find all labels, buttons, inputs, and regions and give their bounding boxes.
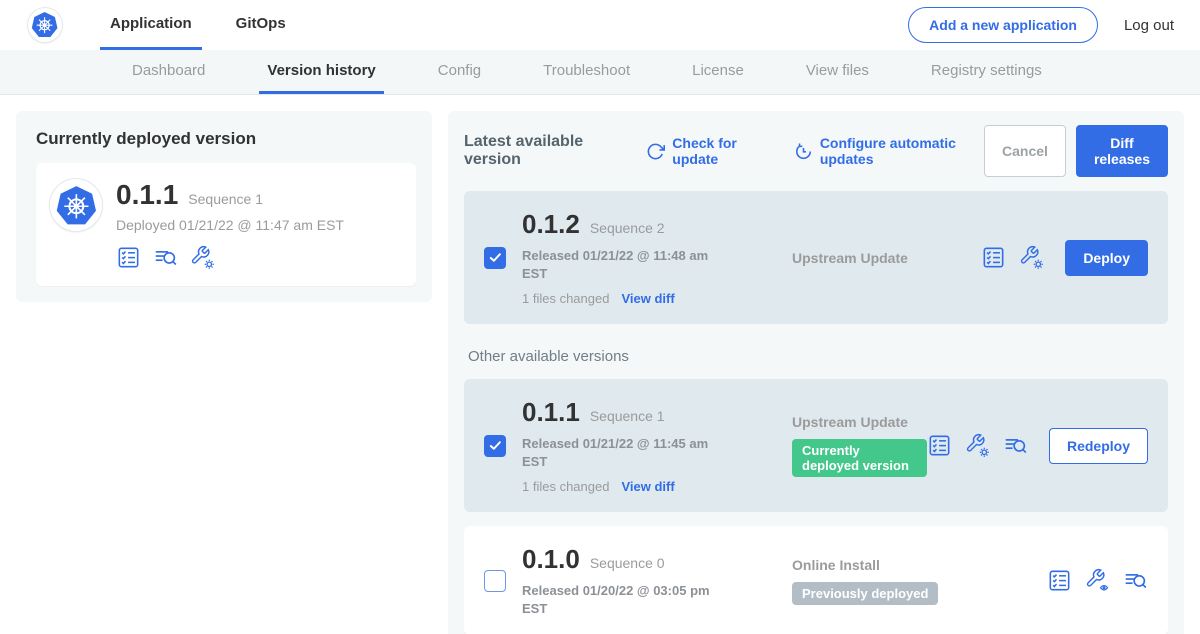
subnav-license[interactable]: License — [684, 50, 752, 94]
kubernetes-logo-icon — [28, 8, 62, 42]
header-actions: Cancel Diff releases — [984, 125, 1168, 177]
released-timestamp: Released 01/20/22 @ 03:05 pm EST — [522, 582, 712, 617]
released-timestamp: Released 01/21/22 @ 11:48 am EST — [522, 247, 712, 282]
version-source: Upstream Update — [740, 250, 981, 266]
check-for-update-label: Check for update — [672, 135, 768, 167]
deployed-sequence-label: Sequence 1 — [188, 191, 263, 207]
sequence-label: Sequence 1 — [590, 408, 665, 424]
release-notes-search-icon[interactable] — [1123, 568, 1148, 593]
check-for-update-link[interactable]: Check for update — [646, 135, 768, 167]
version-info: 0.1.0 Sequence 0 Released 01/20/22 @ 03:… — [522, 544, 740, 617]
deployed-timestamp: Deployed 01/21/22 @ 11:47 am EST — [116, 217, 344, 233]
configure-automatic-updates-link[interactable]: Configure automatic updates — [794, 135, 984, 167]
edit-config-wrench-gear-icon[interactable] — [190, 245, 215, 270]
kubernetes-logo-icon — [50, 179, 102, 231]
refresh-icon — [646, 142, 665, 161]
main-content: Currently deployed version 0.1.1 Sequenc… — [0, 95, 1200, 634]
diff-releases-button[interactable]: Diff releases — [1076, 125, 1168, 177]
version-actions: Deploy — [981, 240, 1148, 276]
sequence-label: Sequence 0 — [590, 555, 665, 571]
version-checkbox[interactable] — [484, 570, 506, 592]
preflight-checklist-icon[interactable] — [927, 433, 952, 458]
currently-deployed-panel: Currently deployed version 0.1.1 Sequenc… — [16, 111, 432, 302]
configure-automatic-updates-label: Configure automatic updates — [820, 135, 984, 167]
previously-deployed-badge: Previously deployed — [792, 582, 938, 605]
tab-application-label: Application — [110, 15, 192, 32]
version-number: 0.1.2 — [522, 209, 580, 240]
version-checkbox[interactable] — [484, 435, 506, 457]
version-row-0-1-1: 0.1.1 Sequence 1 Released 01/21/22 @ 11:… — [464, 379, 1168, 512]
source-label: Upstream Update — [792, 250, 981, 266]
preflight-checklist-icon[interactable] — [1047, 568, 1072, 593]
edit-config-wrench-gear-icon[interactable] — [1019, 245, 1044, 270]
latest-version-header: Latest available version Check for updat… — [464, 125, 1168, 177]
source-label: Online Install — [792, 557, 1047, 573]
preflight-checklist-icon[interactable] — [116, 245, 141, 270]
latest-version-title: Latest available version — [464, 133, 620, 169]
version-source: Upstream Update Currently deployed versi… — [740, 414, 927, 477]
subnav-dashboard[interactable]: Dashboard — [124, 50, 213, 94]
clock-refresh-icon — [794, 142, 813, 161]
sequence-label: Sequence 2 — [590, 220, 665, 236]
release-notes-search-icon[interactable] — [153, 245, 178, 270]
deploy-button[interactable]: Deploy — [1065, 240, 1148, 276]
subnav-version-history[interactable]: Version history — [259, 50, 383, 94]
release-notes-search-icon[interactable] — [1003, 433, 1028, 458]
tab-application[interactable]: Application — [100, 0, 202, 50]
top-header: Application GitOps Add a new application… — [0, 0, 1200, 50]
subnav-config[interactable]: Config — [430, 50, 489, 94]
version-row-0-1-2: 0.1.2 Sequence 2 Released 01/21/22 @ 11:… — [464, 191, 1168, 324]
version-info: 0.1.1 Sequence 1 Released 01/21/22 @ 11:… — [522, 397, 740, 494]
subnav-view-files[interactable]: View files — [798, 50, 877, 94]
other-versions-heading: Other available versions — [468, 348, 1164, 365]
version-number: 0.1.1 — [522, 397, 580, 428]
logout-button[interactable]: Log out — [1124, 17, 1174, 34]
version-info: 0.1.2 Sequence 2 Released 01/21/22 @ 11:… — [522, 209, 740, 306]
currently-deployed-badge: Currently deployed version — [792, 439, 927, 477]
subnav-registry-settings[interactable]: Registry settings — [923, 50, 1050, 94]
preflight-checklist-icon[interactable] — [981, 245, 1006, 270]
deployed-version-info: 0.1.1 Sequence 1 Deployed 01/21/22 @ 11:… — [116, 179, 344, 270]
files-changed-label: 1 files changed — [522, 291, 609, 306]
header-right: Add a new application Log out — [908, 0, 1174, 50]
app-subnav: Dashboard Version history Config Trouble… — [0, 50, 1200, 95]
redeploy-button[interactable]: Redeploy — [1049, 428, 1148, 464]
released-timestamp: Released 01/21/22 @ 11:45 am EST — [522, 435, 712, 470]
cancel-button[interactable]: Cancel — [984, 125, 1066, 177]
files-changed-label: 1 files changed — [522, 479, 609, 494]
version-actions: Redeploy — [927, 428, 1148, 464]
version-row-0-1-0: 0.1.0 Sequence 0 Released 01/20/22 @ 03:… — [464, 526, 1168, 634]
tab-gitops[interactable]: GitOps — [226, 0, 296, 50]
version-source: Online Install Previously deployed — [740, 557, 1047, 605]
add-new-application-button[interactable]: Add a new application — [908, 7, 1098, 43]
version-history-panel: Latest available version Check for updat… — [448, 111, 1184, 634]
currently-deployed-title: Currently deployed version — [36, 129, 416, 149]
version-checkbox[interactable] — [484, 247, 506, 269]
view-config-wrench-eye-icon[interactable] — [1085, 568, 1110, 593]
version-number: 0.1.0 — [522, 544, 580, 575]
deployed-version-number: 0.1.1 — [116, 179, 178, 211]
tab-gitops-label: GitOps — [236, 15, 286, 32]
edit-config-wrench-gear-icon[interactable] — [965, 433, 990, 458]
version-actions — [1047, 568, 1148, 593]
view-diff-link[interactable]: View diff — [621, 291, 674, 306]
view-diff-link[interactable]: View diff — [621, 479, 674, 494]
app-logo-wrap — [28, 0, 62, 50]
deployed-version-card: 0.1.1 Sequence 1 Deployed 01/21/22 @ 11:… — [36, 163, 416, 286]
subnav-troubleshoot[interactable]: Troubleshoot — [535, 50, 638, 94]
source-label: Upstream Update — [792, 414, 927, 430]
